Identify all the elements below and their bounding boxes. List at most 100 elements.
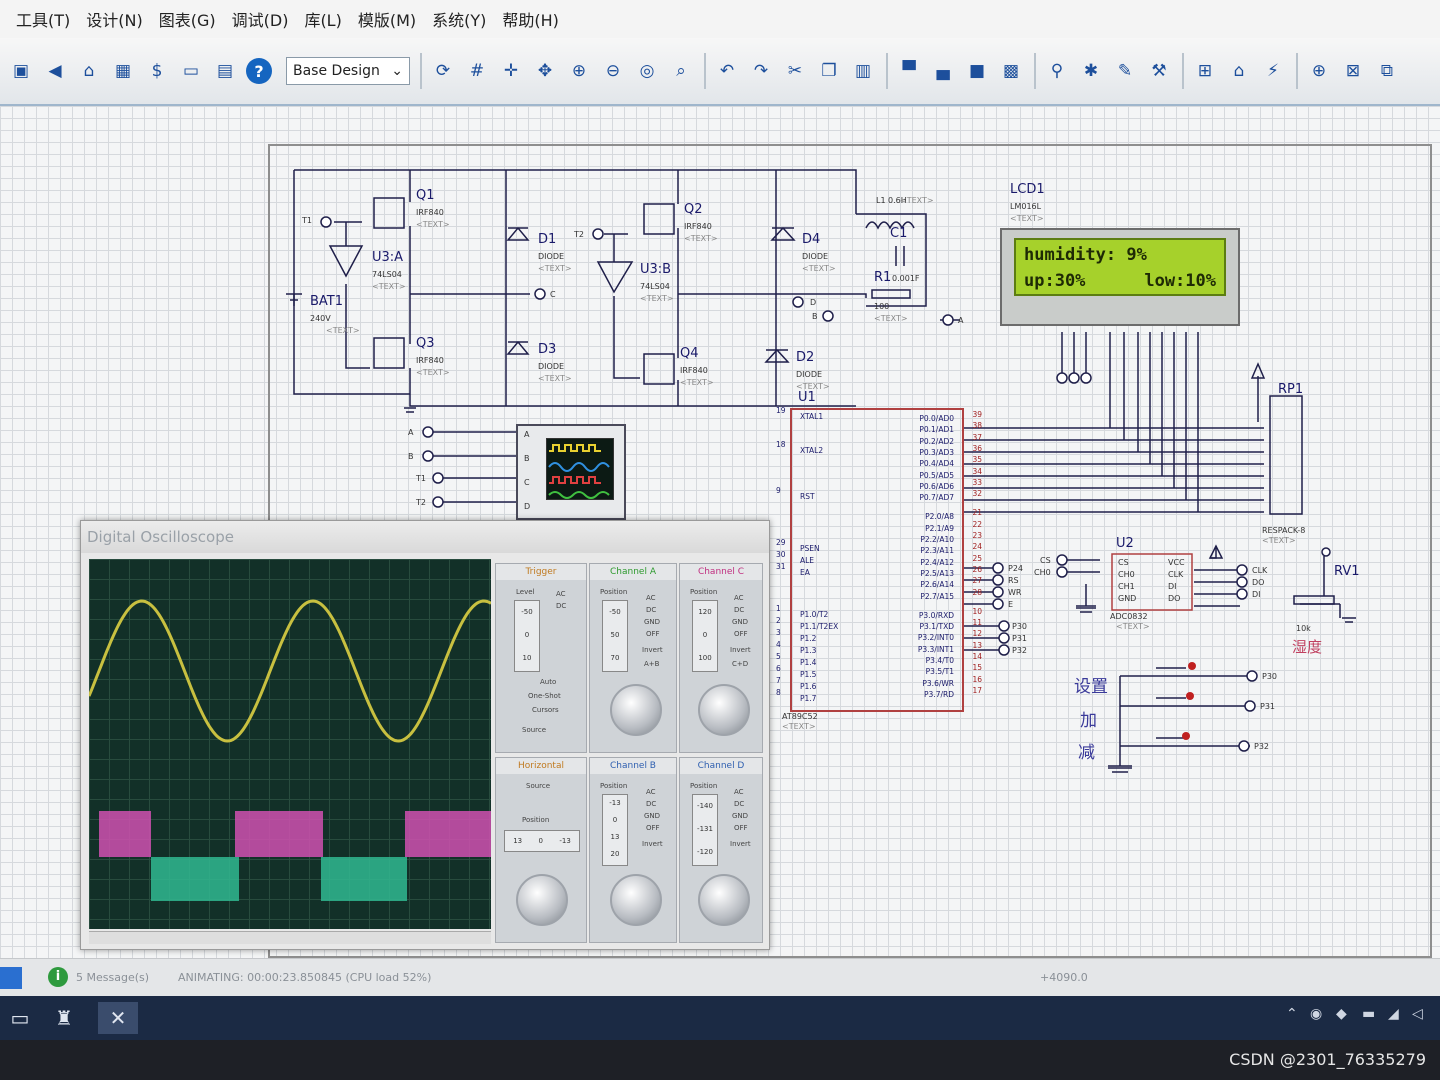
block-copy-icon[interactable]: ▀: [896, 58, 922, 84]
channel-c-off[interactable]: OFF: [734, 630, 748, 638]
horizontal-knob[interactable]: [516, 874, 568, 926]
paste-icon[interactable]: ▥: [850, 58, 876, 84]
channel-b-invert[interactable]: Invert: [642, 840, 663, 848]
back-icon[interactable]: ◀: [42, 58, 68, 84]
rv1-body[interactable]: [1293, 595, 1335, 605]
block-delete-icon[interactable]: ▩: [998, 58, 1024, 84]
channel-a-ac[interactable]: AC: [646, 594, 656, 602]
menu-item-7[interactable]: 帮助(H): [502, 7, 559, 31]
channel-a-off[interactable]: OFF: [646, 630, 660, 638]
channel-a-invert[interactable]: Invert: [642, 646, 663, 654]
zoom-out-icon[interactable]: ⊖: [600, 58, 626, 84]
undo-icon[interactable]: ↶: [714, 58, 740, 84]
menu-item-6[interactable]: 系统(Y): [432, 7, 486, 31]
channel-c-knob[interactable]: [698, 684, 750, 736]
pick-icon[interactable]: ⚲: [1044, 58, 1070, 84]
cut-icon[interactable]: ✂: [782, 58, 808, 84]
new-sheet-icon[interactable]: ⊕: [1306, 58, 1332, 84]
trigger-level-dial[interactable]: -50 0 10: [514, 600, 540, 672]
origin-icon[interactable]: ✛: [498, 58, 524, 84]
help-icon[interactable]: ?: [246, 58, 272, 84]
trigger-auto[interactable]: Auto: [540, 678, 556, 686]
isis-app-icon[interactable]: ✕: [98, 1002, 138, 1034]
pan-icon[interactable]: ✥: [532, 58, 558, 84]
oscilloscope-window[interactable]: Digital Oscilloscope Trigger Level -50 0…: [80, 520, 770, 950]
proteus-app-icon[interactable]: ♜: [44, 1002, 84, 1034]
info-icon[interactable]: i: [48, 967, 68, 987]
packaging-icon[interactable]: ✎: [1112, 58, 1138, 84]
decompose-icon[interactable]: ⚒: [1146, 58, 1172, 84]
zoom-all-icon[interactable]: ◎: [634, 58, 660, 84]
u1-mcu[interactable]: XTAL1 19 XTAL2 18 RST 9 PSEN 29 ALE 30 EA 31 P1.0/T2…: [776, 406, 982, 712]
push-button-add[interactable]: [1150, 688, 1190, 702]
channel-c-ac[interactable]: AC: [734, 594, 744, 602]
menu-item-1[interactable]: 设计(N): [86, 7, 142, 31]
channel-c-sum[interactable]: C+D: [732, 660, 748, 668]
q2-body[interactable]: [643, 203, 675, 235]
oscilloscope-title[interactable]: Digital Oscilloscope: [81, 521, 769, 553]
component-icon[interactable]: ⌂: [76, 58, 102, 84]
file-icon[interactable]: ▤: [212, 58, 238, 84]
block-rotate-icon[interactable]: ■: [964, 58, 990, 84]
redo-icon[interactable]: ↷: [748, 58, 774, 84]
channel-d-knob[interactable]: [698, 874, 750, 926]
channel-b-dc[interactable]: DC: [646, 800, 656, 808]
menu-item-4[interactable]: 库(L): [304, 7, 341, 31]
menu-item-3[interactable]: 调试(D): [232, 7, 289, 31]
menu-item-2[interactable]: 图表(G): [159, 7, 216, 31]
channel-d-position-dial[interactable]: -140 -131 -120: [692, 794, 718, 866]
channel-d-dc[interactable]: DC: [734, 800, 744, 808]
channel-d-invert[interactable]: Invert: [730, 840, 751, 848]
tray-volume-icon[interactable]: ◁: [1412, 1006, 1423, 1022]
channel-b-off[interactable]: OFF: [646, 824, 660, 832]
q4-body[interactable]: [643, 353, 675, 385]
property-icon[interactable]: ⚡: [1260, 58, 1286, 84]
channel-b-knob[interactable]: [610, 874, 662, 926]
tray-app-icon[interactable]: ◉: [1310, 1006, 1322, 1022]
block-move-icon[interactable]: ▄: [930, 58, 956, 84]
channel-a-sum[interactable]: A+B: [644, 660, 659, 668]
trigger-one-shot[interactable]: One-Shot: [528, 692, 561, 700]
make-device-icon[interactable]: ✱: [1078, 58, 1104, 84]
q1-body[interactable]: [373, 197, 405, 229]
copy-icon[interactable]: ❐: [816, 58, 842, 84]
status-messages[interactable]: 5 Message(s): [76, 971, 149, 984]
tray-display-icon[interactable]: ▬: [1362, 1006, 1375, 1022]
grid-icon[interactable]: #: [464, 58, 490, 84]
rp1-body[interactable]: [1269, 395, 1303, 515]
bom-icon[interactable]: $: [144, 58, 170, 84]
channel-a-dc[interactable]: DC: [646, 606, 656, 614]
pcb-icon[interactable]: ▦: [110, 58, 136, 84]
wire-autorouter-icon[interactable]: ⊞: [1192, 58, 1218, 84]
oscilloscope-scrollbar[interactable]: [89, 931, 491, 944]
netlist-icon[interactable]: ▭: [178, 58, 204, 84]
zoom-in-icon[interactable]: ⊕: [566, 58, 592, 84]
trigger-cursors[interactable]: Cursors: [532, 706, 559, 714]
channel-b-gnd[interactable]: GND: [644, 812, 660, 820]
search-icon[interactable]: ⌂: [1226, 58, 1252, 84]
channel-b-position-dial[interactable]: -13 0 13 20: [602, 794, 628, 866]
channel-c-gnd[interactable]: GND: [732, 618, 748, 626]
channel-a-gnd[interactable]: GND: [644, 618, 660, 626]
tray-network-icon[interactable]: ◢: [1388, 1006, 1399, 1022]
chip-icon[interactable]: ▣: [8, 58, 34, 84]
channel-a-knob[interactable]: [610, 684, 662, 736]
trigger-ac[interactable]: AC: [556, 590, 566, 598]
channel-c-invert[interactable]: Invert: [730, 646, 751, 654]
design-select[interactable]: Base Design ⌄: [286, 57, 410, 85]
channel-a-position-dial[interactable]: -50 50 70: [602, 600, 628, 672]
tray-chevron-icon[interactable]: ⌃: [1286, 1006, 1298, 1022]
zoom-area-icon[interactable]: ⌕: [668, 58, 694, 84]
scope-instrument[interactable]: A B C D: [516, 424, 626, 520]
refresh-icon[interactable]: ⟳: [430, 58, 456, 84]
channel-d-off[interactable]: OFF: [734, 824, 748, 832]
menu-item-5[interactable]: 模版(M): [358, 7, 416, 31]
file-explorer-icon[interactable]: ▭: [0, 1002, 40, 1034]
menu-item-0[interactable]: 工具(T): [16, 7, 70, 31]
push-button-sub[interactable]: [1150, 728, 1190, 742]
q3-body[interactable]: [373, 337, 405, 369]
status-square-icon[interactable]: [0, 967, 22, 989]
lcd-display[interactable]: humidity: 9% up:30% low:10%: [1000, 228, 1240, 326]
parent-sheet-icon[interactable]: ⧉: [1374, 58, 1400, 84]
channel-c-dc[interactable]: DC: [734, 606, 744, 614]
